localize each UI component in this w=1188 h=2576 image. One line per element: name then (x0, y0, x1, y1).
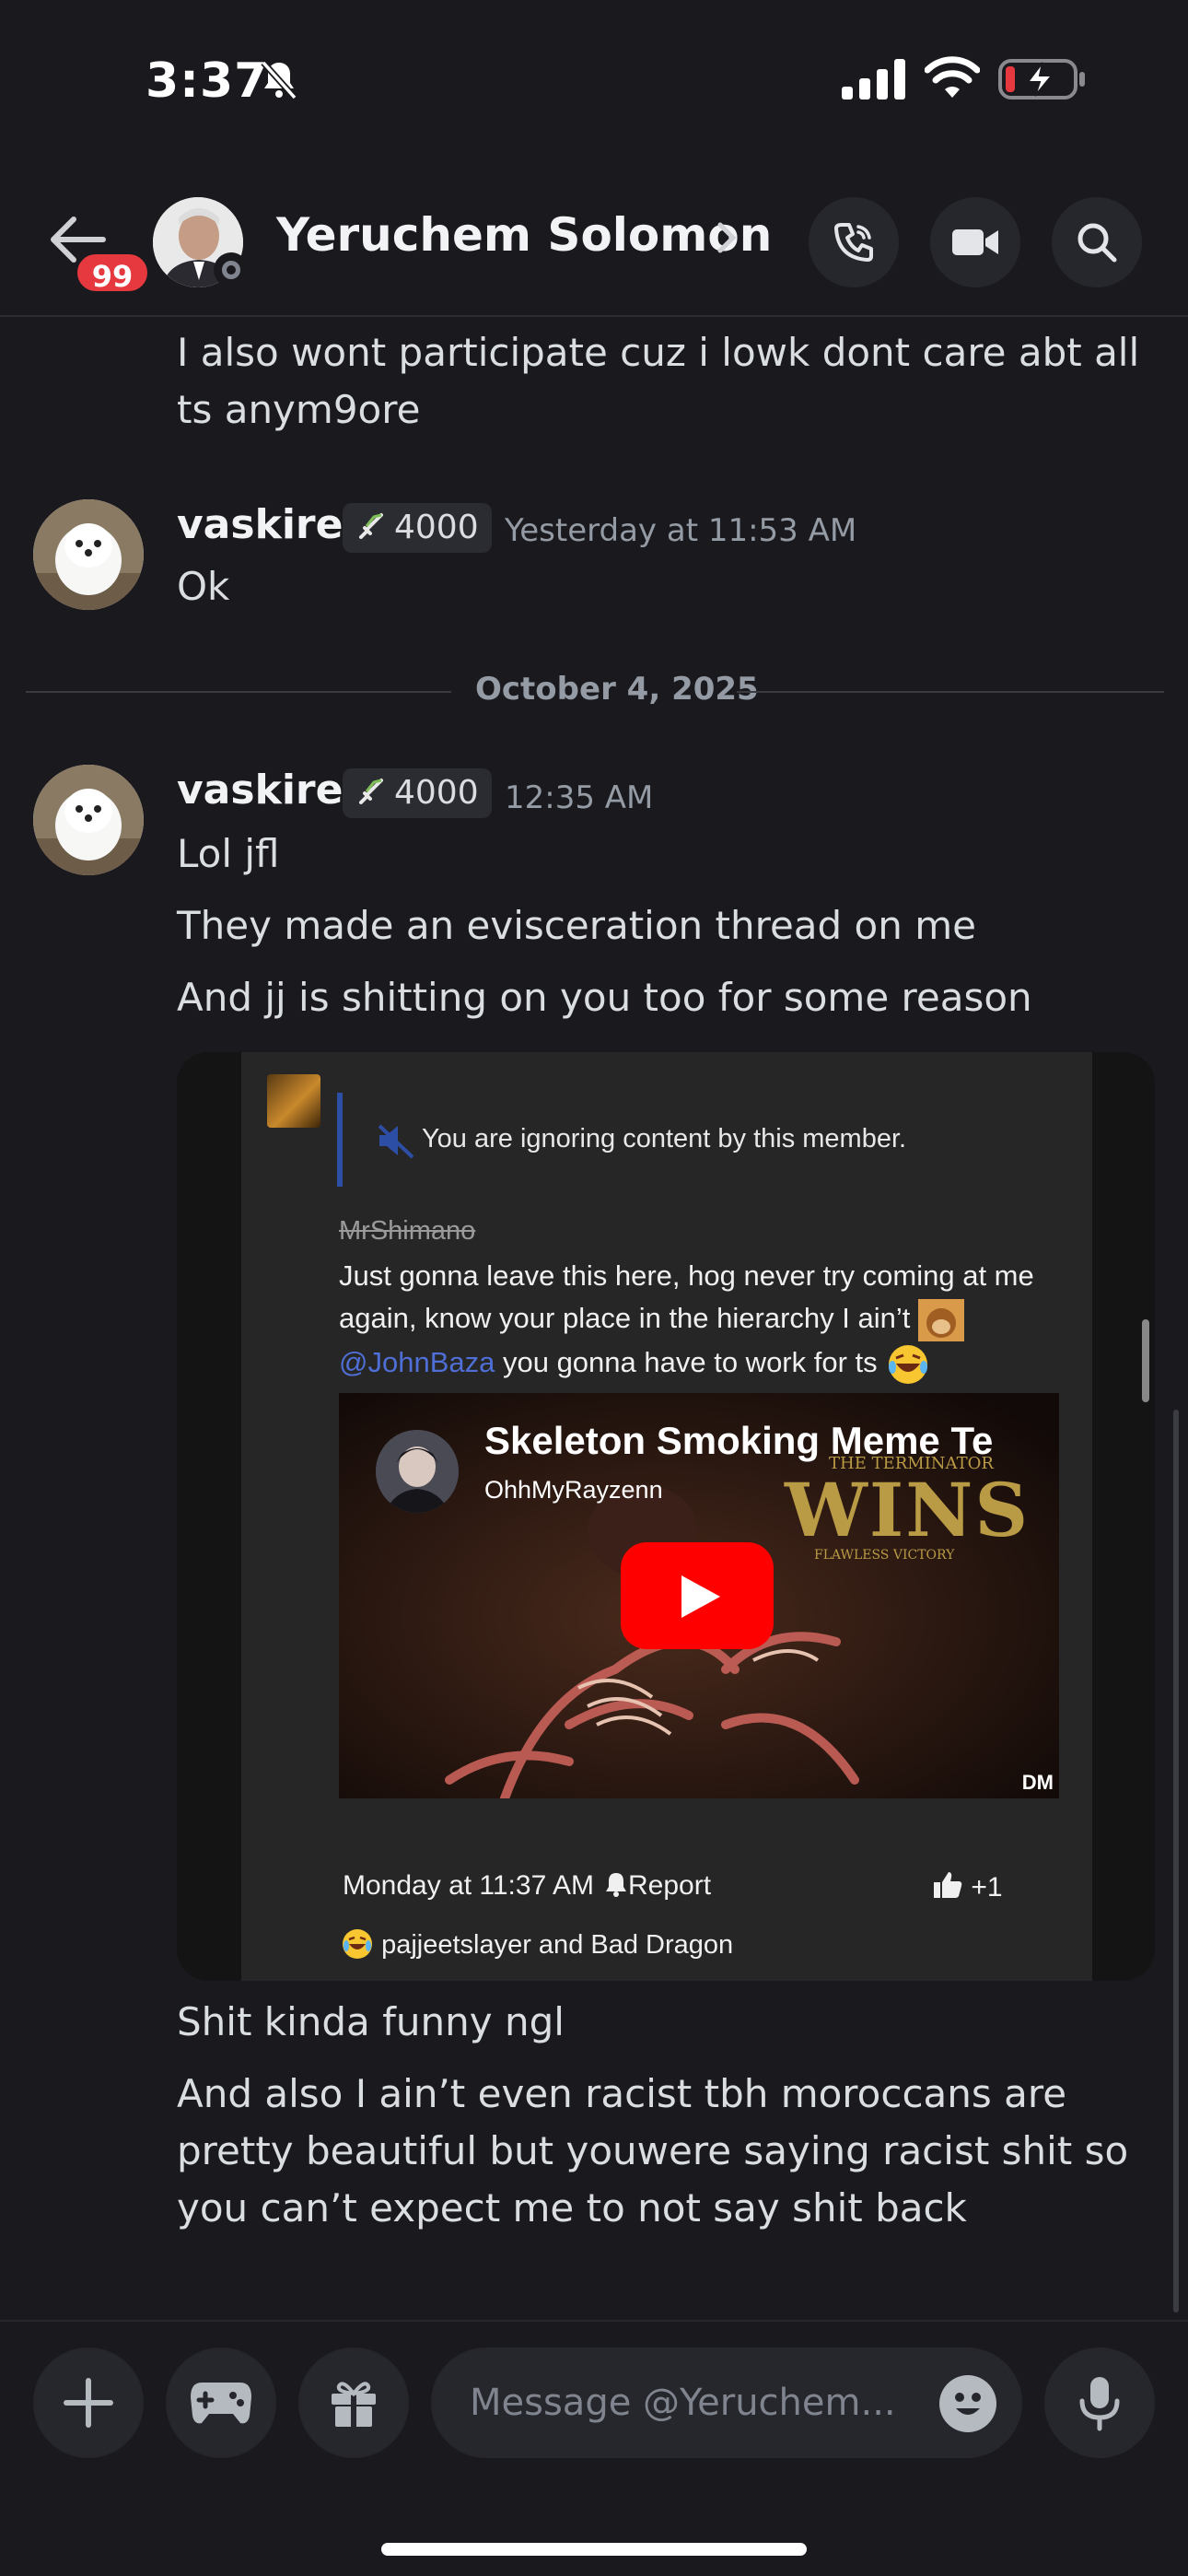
tag-label: 4000 (394, 774, 479, 812)
message-text[interactable]: They made an evisceration thread on me (177, 897, 1153, 954)
date-divider: October 4, 2025 (475, 671, 759, 708)
message-composer (0, 2320, 1188, 2576)
laughing-emoji-icon (889, 1344, 928, 1384)
contact-name[interactable]: Yeruchem Solomon (276, 208, 772, 262)
youtube-embed: THE TERMINATOR WINS FLAWLESS VICTORY Ske… (339, 1393, 1059, 1798)
activities-button[interactable] (166, 2348, 276, 2458)
forum-post-line: you gonna have to work for ts (495, 1345, 878, 1378)
thumbnail-text: FLAWLESS VICTORY (814, 1548, 955, 1563)
plus-icon (64, 2378, 113, 2428)
reaction-users: pajjeetslayer and Bad Dragon (381, 1930, 734, 1960)
sword-icon (359, 779, 383, 804)
status-bar: 3:37 (0, 0, 1188, 157)
bell-muted-icon (261, 60, 297, 100)
sword-icon (359, 513, 383, 539)
crying-laughing-emoji-icon (343, 1929, 372, 1959)
video-camera-icon (952, 229, 998, 255)
game-controller-icon (191, 2383, 251, 2424)
status-time: 3:37 (146, 53, 269, 109)
user-avatar[interactable] (33, 499, 144, 610)
gift-button[interactable] (298, 2348, 409, 2458)
watermark: DM (1021, 1771, 1054, 1794)
message-text[interactable]: Ok (177, 558, 1153, 615)
offline-status-icon (214, 252, 249, 287)
chevron-right-icon[interactable] (715, 219, 740, 256)
date-divider-line (737, 691, 1164, 693)
video-call-button[interactable] (930, 197, 1020, 287)
forum-post-meta: Monday at 11:37 AM Report (343, 1870, 711, 1902)
message-text[interactable]: Shit kinda funny ngl (177, 1994, 1153, 2051)
phone-icon (834, 223, 873, 262)
image-attachment[interactable]: You are ignoring content by this member.… (177, 1052, 1155, 1981)
battery-charging-icon (998, 59, 1085, 100)
smile-icon (955, 2393, 981, 2415)
wifi-icon (925, 56, 980, 98)
add-attachment-button[interactable] (33, 2348, 144, 2458)
forum-report: Report (604, 1870, 711, 1902)
search-button[interactable] (1052, 197, 1142, 287)
monkey-face-icon (917, 1298, 964, 1341)
channel-avatar (376, 1430, 459, 1513)
message-timestamp: Yesterday at 11:53 AM (505, 512, 857, 549)
forum-screenshot: You are ignoring content by this member.… (241, 1052, 1092, 1981)
report-label: Report (628, 1870, 712, 1901)
message-text[interactable]: And jj is shitting on you too for some r… (177, 969, 1153, 1026)
forum-like: +1 (932, 1870, 1003, 1903)
user-tag-badge[interactable]: 4000 (343, 503, 492, 553)
message-timestamp: 12:35 AM (505, 779, 654, 816)
bell-icon (606, 1873, 626, 1897)
emoji-button[interactable] (939, 2375, 996, 2432)
tag-label: 4000 (394, 509, 479, 546)
cellular-signal-icon (842, 59, 905, 100)
video-channel: OhhMyRayzenn (484, 1476, 663, 1504)
forum-reactions: pajjeetslayer and Bad Dragon (341, 1927, 733, 1961)
forum-mention: @JohnBaza (339, 1345, 495, 1378)
message-text[interactable]: And also I ain’t even racist tbh morocca… (177, 2066, 1153, 2237)
forum-post-time: Monday at 11:37 AM (343, 1870, 594, 1901)
like-count: +1 (971, 1872, 1003, 1903)
forum-username: MrShimano (339, 1216, 476, 1246)
ignore-notice-text: You are ignoring content by this member. (422, 1124, 907, 1153)
message-input[interactable] (470, 2348, 930, 2458)
ignore-notice-bar (337, 1093, 343, 1187)
video-title: Skeleton Smoking Meme Te (484, 1419, 994, 1462)
chat-header: 99 Yeruchem Solomon (0, 175, 1188, 317)
microphone-icon (1079, 2377, 1120, 2431)
username[interactable]: vaskiret (177, 501, 362, 548)
thumbnail-text: WINS (785, 1467, 1031, 1553)
forum-post-body: Just gonna leave this here, hog never tr… (339, 1255, 1057, 1386)
message-input-container[interactable] (431, 2348, 1022, 2458)
muted-speaker-icon (378, 1124, 414, 1159)
voice-call-button[interactable] (809, 197, 899, 287)
user-avatar[interactable] (33, 765, 144, 875)
search-icon (1077, 223, 1117, 263)
date-divider-line (26, 691, 451, 693)
forum-avatar (267, 1074, 320, 1128)
thumbs-up-icon (934, 1872, 962, 1898)
user-tag-badge[interactable]: 4000 (343, 768, 492, 818)
message-text[interactable]: I also wont participate cuz i lowk dont … (177, 324, 1153, 439)
username[interactable]: vaskiret (177, 767, 362, 814)
home-indicator[interactable] (381, 2543, 807, 2556)
youtube-play-icon (621, 1542, 774, 1649)
image-scrollbar (1142, 1319, 1149, 1402)
gift-icon (332, 2382, 376, 2427)
message-text[interactable]: Lol jfl (177, 825, 1153, 883)
voice-message-button[interactable] (1044, 2348, 1155, 2458)
chat-scrollbar[interactable] (1173, 1410, 1179, 2313)
unread-count-badge: 99 (74, 251, 151, 295)
